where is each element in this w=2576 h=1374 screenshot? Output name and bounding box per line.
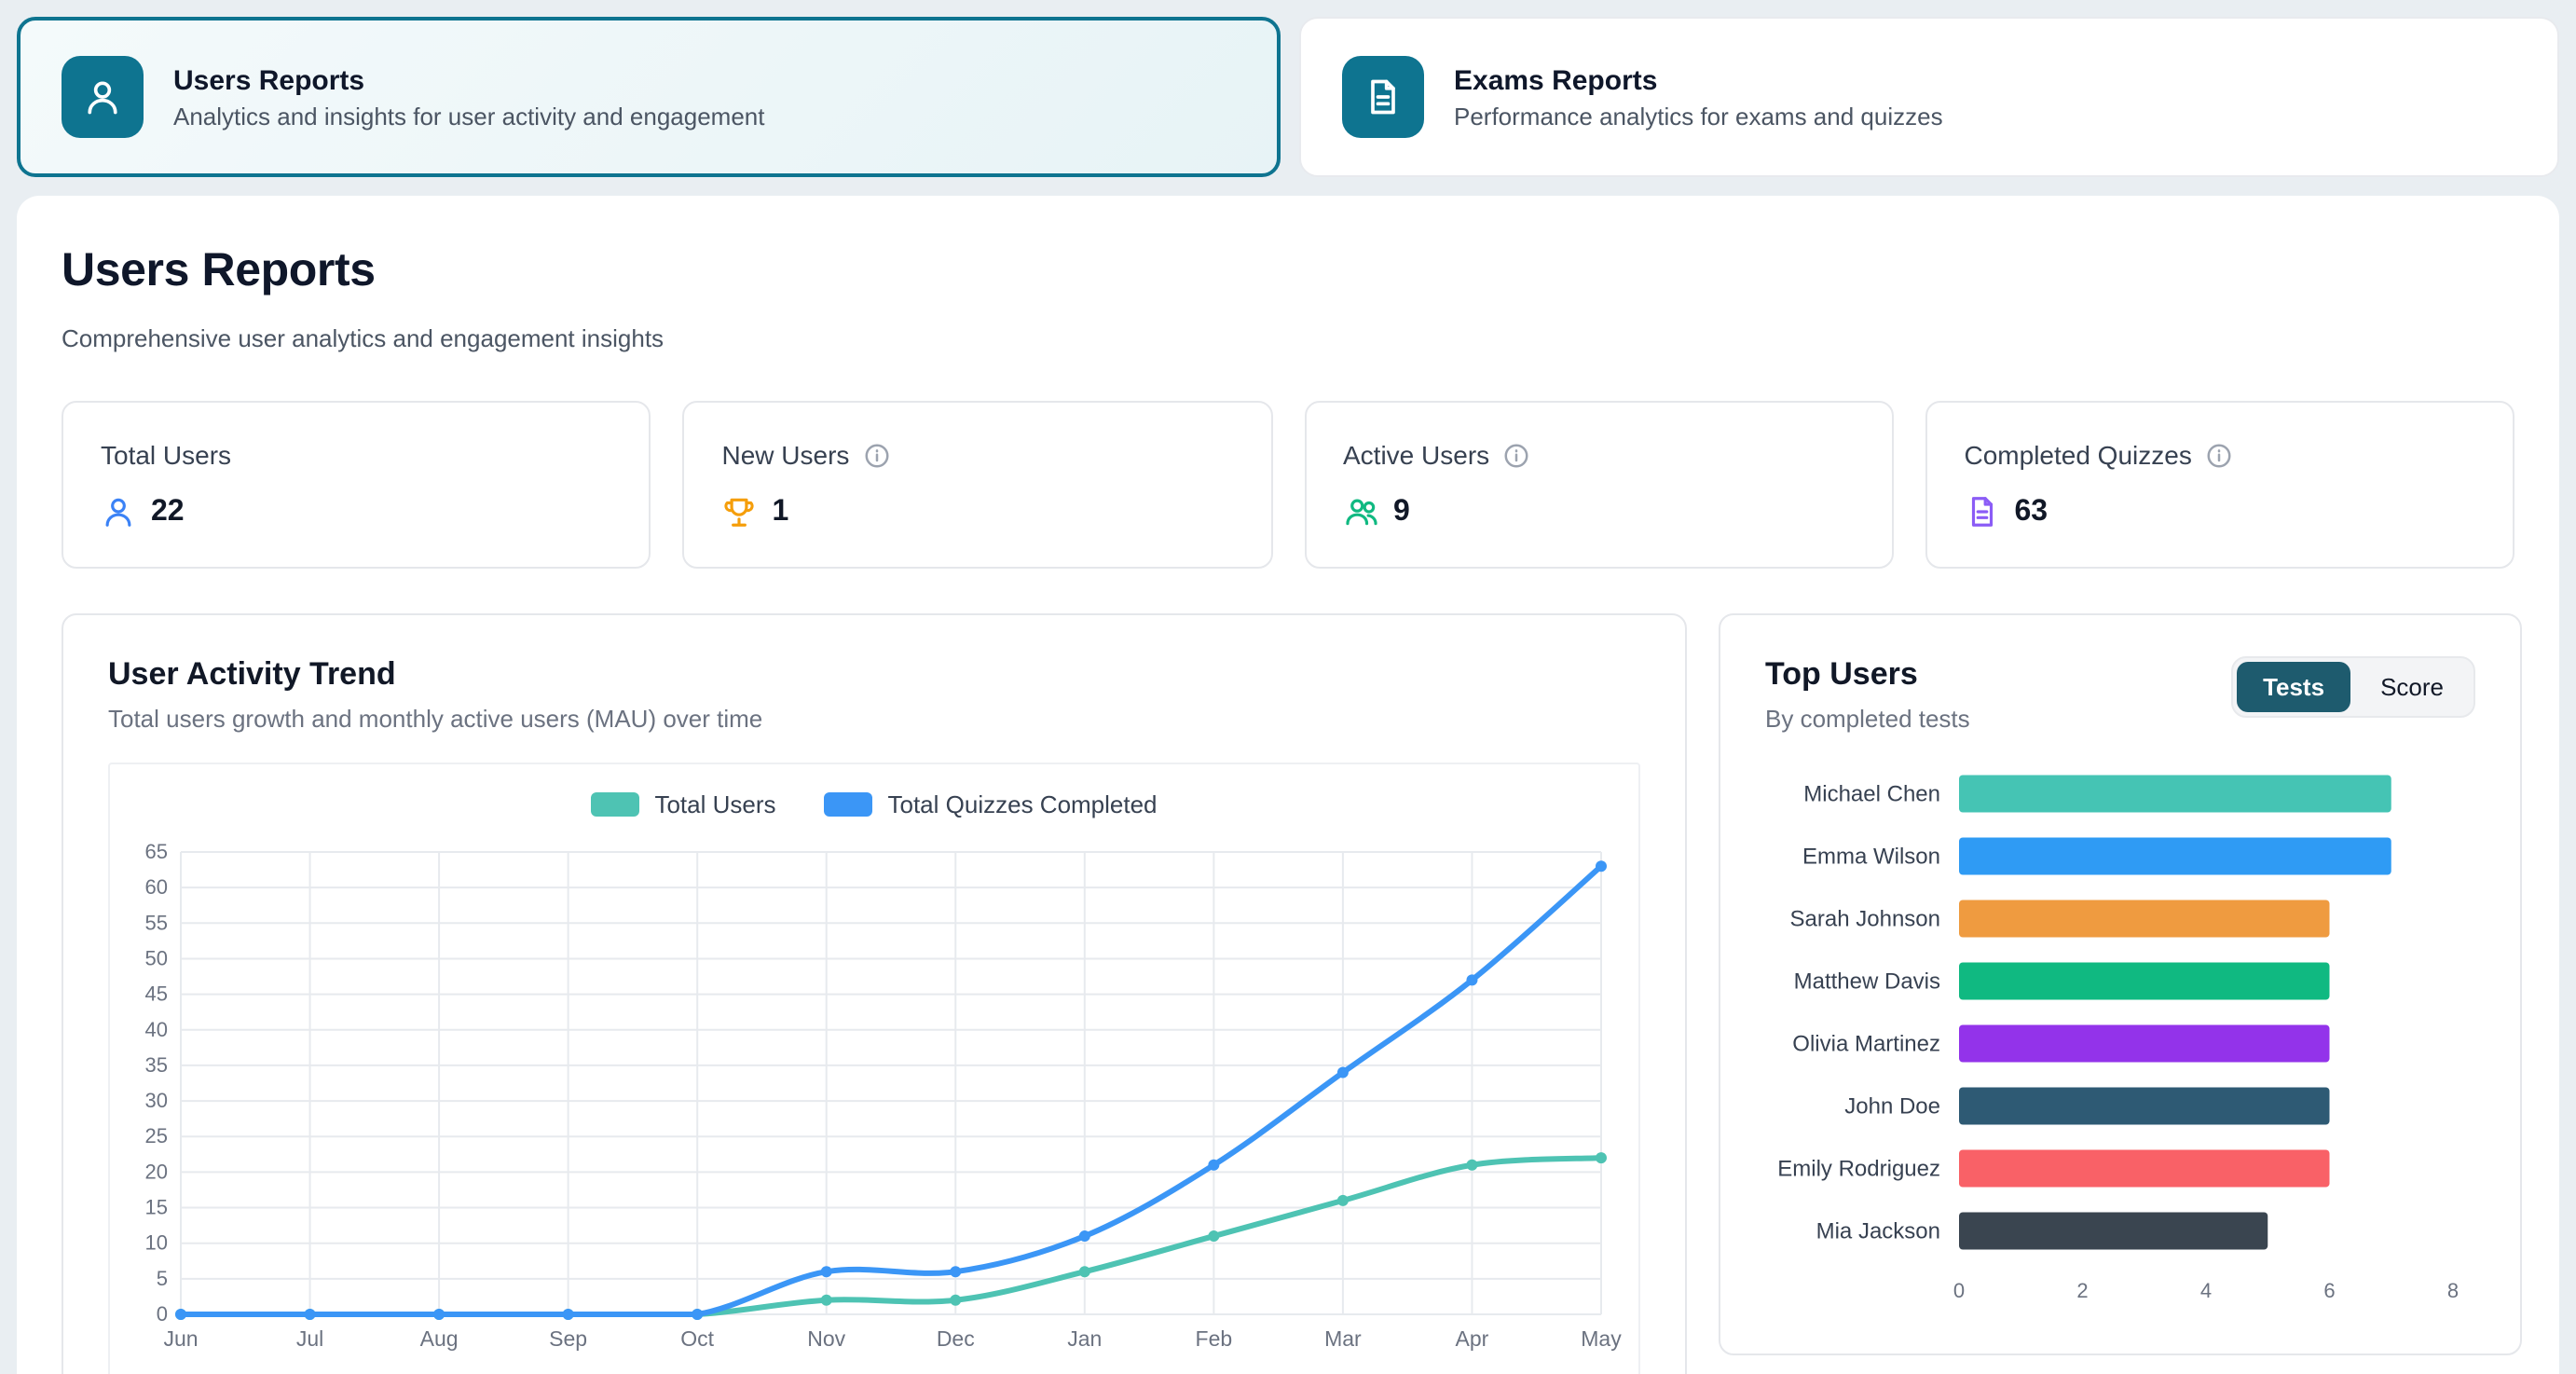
- stat-card-active-users: Active Users 9: [1304, 401, 1894, 569]
- svg-text:Jul: Jul: [296, 1326, 323, 1351]
- stat-card-total-users: Total Users 22: [62, 401, 651, 569]
- stat-value: 22: [151, 495, 185, 529]
- top-users-subtitle: By completed tests: [1765, 705, 1970, 733]
- svg-text:Apr: Apr: [1456, 1326, 1489, 1351]
- svg-text:35: 35: [145, 1053, 168, 1077]
- reports-page: Users Reports Analytics and insights for…: [0, 0, 2576, 1374]
- users-reports-icon-box: [62, 56, 144, 138]
- document-icon: [1965, 494, 2000, 529]
- svg-text:Matthew Davis: Matthew Davis: [1794, 969, 1940, 995]
- svg-text:55: 55: [145, 911, 168, 934]
- exams-reports-card[interactable]: Exams Reports Performance analytics for …: [1299, 17, 2559, 177]
- page-subtitle: Comprehensive user analytics and engagem…: [62, 324, 2514, 352]
- charts-row: User Activity Trend Total users growth a…: [62, 613, 2514, 1374]
- stats-row: Total Users 22 New Users: [62, 401, 2514, 569]
- svg-text:4: 4: [2200, 1279, 2212, 1302]
- svg-text:20: 20: [145, 1160, 168, 1183]
- activity-chart-subtitle: Total users growth and monthly active us…: [108, 705, 1640, 733]
- top-users-chart-wrap: Michael Chen Emma Wilson Sarah Johnson Matt…: [1765, 759, 2475, 1320]
- svg-text:Michael Chen: Michael Chen: [1803, 782, 1940, 807]
- stat-label: Completed Quizzes: [1965, 440, 2192, 470]
- svg-text:8: 8: [2447, 1279, 2459, 1302]
- user-activity-line-chart[interactable]: 0 5 10 15 20 25 30 35 40 45 50 55 60 65 Jun Jul Aug Sep Oc…: [125, 837, 1624, 1363]
- legend-label: Total Users: [654, 790, 775, 818]
- report-type-switcher: Users Reports Analytics and insights for…: [17, 17, 2559, 177]
- user-activity-trend-card: User Activity Trend Total users growth a…: [62, 613, 1687, 1374]
- svg-text:Aug: Aug: [420, 1326, 459, 1351]
- exams-reports-icon-box: [1342, 56, 1424, 138]
- svg-text:Dec: Dec: [937, 1326, 975, 1351]
- users-reports-title: Users Reports: [173, 64, 764, 96]
- svg-text:Oct: Oct: [680, 1326, 714, 1351]
- svg-text:0: 0: [1953, 1279, 1965, 1302]
- document-icon: [1363, 76, 1404, 117]
- stat-value: 9: [1393, 495, 1410, 529]
- users-reports-subtitle: Analytics and insights for user activity…: [173, 102, 764, 130]
- info-icon[interactable]: [2205, 441, 2233, 469]
- stat-label: Active Users: [1343, 440, 1489, 470]
- tab-tests[interactable]: Tests: [2237, 662, 2350, 712]
- svg-text:Mia Jackson: Mia Jackson: [1816, 1219, 1940, 1244]
- stat-value: 63: [2015, 495, 2048, 529]
- user-icon: [101, 494, 136, 529]
- user-icon: [82, 76, 123, 117]
- svg-text:0: 0: [157, 1302, 168, 1326]
- svg-text:Emma Wilson: Emma Wilson: [1802, 845, 1940, 870]
- svg-text:Emily Rodriguez: Emily Rodriguez: [1777, 1157, 1940, 1182]
- svg-text:65: 65: [145, 840, 168, 863]
- top-users-card: Top Users By completed tests Tests Score…: [1719, 613, 2522, 1355]
- svg-text:5: 5: [157, 1267, 168, 1290]
- svg-text:25: 25: [145, 1124, 168, 1147]
- svg-text:Feb: Feb: [1196, 1326, 1233, 1351]
- legend-swatch: [591, 792, 639, 817]
- svg-text:May: May: [1581, 1326, 1622, 1351]
- top-users-toggle: Tests Score: [2231, 656, 2475, 718]
- svg-text:John Doe: John Doe: [1844, 1094, 1940, 1120]
- activity-chart-title: User Activity Trend: [108, 656, 1640, 694]
- users-reports-card[interactable]: Users Reports Analytics and insights for…: [17, 17, 1281, 177]
- stat-label: Total Users: [101, 440, 231, 470]
- legend-item-total-users[interactable]: Total Users: [591, 790, 775, 818]
- stat-card-new-users: New Users 1: [683, 401, 1273, 569]
- users-reports-panel: Users Reports Comprehensive user analyti…: [17, 196, 2559, 1374]
- tab-score[interactable]: Score: [2354, 662, 2470, 712]
- svg-text:Jun: Jun: [163, 1326, 198, 1351]
- stat-value: 1: [773, 495, 789, 529]
- users-icon: [1343, 494, 1378, 529]
- activity-chart-frame: Total Users Total Quizzes Completed 0 5 10…: [108, 763, 1640, 1374]
- info-icon[interactable]: [1502, 441, 1530, 469]
- svg-text:6: 6: [2323, 1279, 2335, 1302]
- svg-text:40: 40: [145, 1018, 168, 1041]
- svg-text:Mar: Mar: [1324, 1326, 1362, 1351]
- stat-card-completed-quizzes: Completed Quizzes 63: [1925, 401, 2515, 569]
- chart-legend: Total Users Total Quizzes Completed: [125, 790, 1624, 818]
- top-users-title: Top Users: [1765, 656, 1970, 694]
- trophy-icon: [722, 494, 758, 529]
- svg-text:50: 50: [145, 946, 168, 969]
- svg-text:Jan: Jan: [1067, 1326, 1102, 1351]
- svg-text:30: 30: [145, 1089, 168, 1112]
- svg-text:Sarah Johnson: Sarah Johnson: [1790, 907, 1940, 932]
- legend-label: Total Quizzes Completed: [888, 790, 1158, 818]
- svg-text:Nov: Nov: [807, 1326, 845, 1351]
- page-title: Users Reports: [62, 244, 2514, 298]
- legend-item-total-quizzes[interactable]: Total Quizzes Completed: [825, 790, 1158, 818]
- top-users-bar-chart[interactable]: Michael Chen Emma Wilson Sarah Johnson Matt…: [1765, 759, 2479, 1311]
- svg-text:60: 60: [145, 875, 168, 899]
- svg-text:Olivia Martinez: Olivia Martinez: [1792, 1032, 1940, 1057]
- exams-reports-subtitle: Performance analytics for exams and quiz…: [1454, 102, 1943, 130]
- svg-text:10: 10: [145, 1231, 168, 1255]
- info-icon[interactable]: [862, 441, 890, 469]
- svg-text:45: 45: [145, 982, 168, 1006]
- svg-text:15: 15: [145, 1196, 168, 1219]
- legend-swatch: [825, 792, 873, 817]
- svg-text:Sep: Sep: [549, 1326, 587, 1351]
- exams-reports-title: Exams Reports: [1454, 64, 1943, 96]
- stat-label: New Users: [722, 440, 850, 470]
- svg-text:2: 2: [2076, 1279, 2088, 1302]
